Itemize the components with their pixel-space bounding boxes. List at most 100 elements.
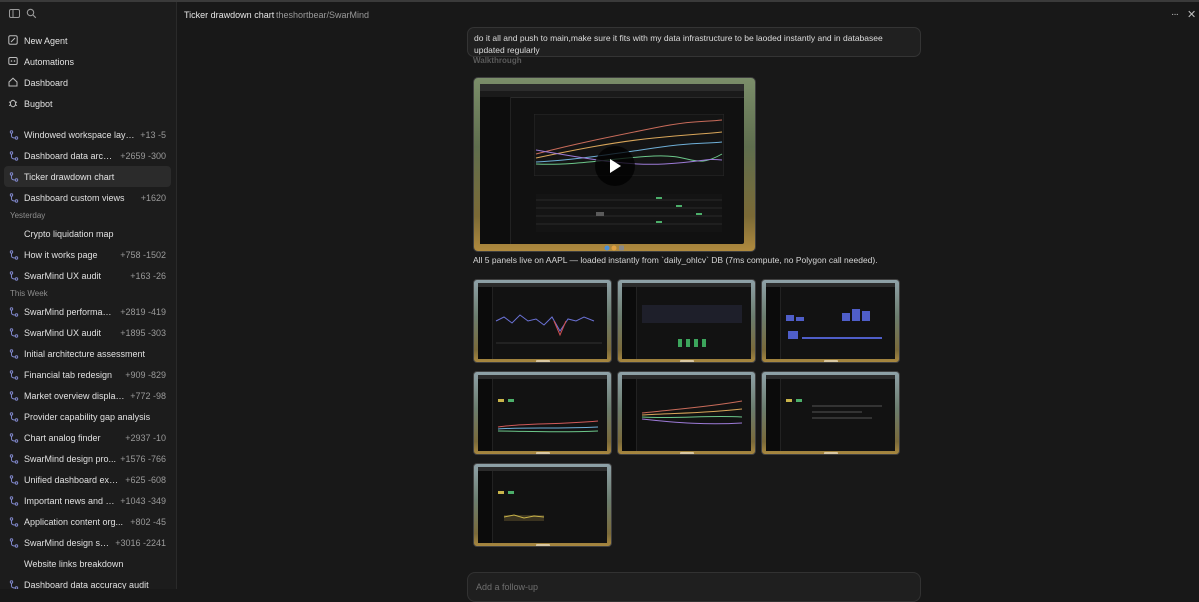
thread-title: How it works page <box>24 249 98 260</box>
nav-label: Bugbot <box>24 98 53 109</box>
play-icon <box>610 159 621 173</box>
nav-dashboard[interactable]: Dashboard <box>0 72 176 93</box>
more-options-icon[interactable]: ··· <box>1171 9 1179 20</box>
branch-icon <box>9 327 19 338</box>
thread-title: SwarMind design sys... <box>24 537 112 548</box>
sidebar: New Agent Automations Dashboard Bugbot W… <box>0 2 177 589</box>
thread-title: SwarMind design pro... <box>24 453 117 464</box>
chat-header: Ticker drawdown chart theshortbear/SwarM… <box>177 2 1199 26</box>
thread-title: Application content org... <box>24 516 124 527</box>
thread-title: Website links breakdown <box>24 558 124 569</box>
thread-item[interactable]: Important news and c... +1043 -349 <box>4 490 171 511</box>
play-button[interactable] <box>595 146 635 186</box>
thread-title: Windowed workspace layo... <box>24 129 137 140</box>
screenshot-thumbnail-1[interactable] <box>473 279 612 363</box>
thread-diff: +2659 -300 <box>120 150 166 161</box>
thread-title: Unified dashboard exp... <box>24 474 122 485</box>
sidebar-toggle-icon[interactable] <box>9 8 21 20</box>
branch-icon <box>9 495 19 506</box>
thread-title: SwarMind UX audit <box>24 327 102 338</box>
walkthrough-video[interactable] <box>473 77 756 252</box>
screenshot-thumbnail-2[interactable] <box>617 279 756 363</box>
group-label-this-week: This Week <box>10 289 48 298</box>
thread-title: Dashboard custom views <box>24 192 125 203</box>
branch-icon <box>9 171 19 182</box>
thread-item[interactable]: Chart analog finder +2937 -10 <box>4 427 171 448</box>
thread-item[interactable]: Dashboard data archi... +2659 -300 <box>4 145 171 166</box>
branch-icon <box>9 474 19 485</box>
thread-diff: +1576 -766 <box>120 453 166 464</box>
edit-icon <box>8 35 19 46</box>
thread-item[interactable]: Market overview display ... +772 -98 <box>4 385 171 406</box>
branch-icon <box>9 348 19 359</box>
home-icon <box>8 77 19 88</box>
thread-item[interactable]: Dashboard data accuracy audit <box>4 574 171 589</box>
branch-icon <box>9 537 19 548</box>
close-icon[interactable]: ✕ <box>1187 8 1196 21</box>
thread-diff: +1620 <box>140 192 166 203</box>
thread-diff: +3016 -2241 <box>115 537 166 548</box>
nav-label: Dashboard <box>24 77 69 88</box>
thread-diff: +772 -98 <box>130 390 166 401</box>
nav-automations[interactable]: Automations <box>0 51 176 72</box>
branch-icon <box>9 306 19 317</box>
sidebar-toolbar <box>0 8 176 22</box>
nav-bugbot[interactable]: Bugbot <box>0 93 176 114</box>
branch-icon <box>9 129 19 140</box>
repo-label[interactable]: theshortbear/SwarMind <box>276 10 369 20</box>
thread-title: Crypto liquidation map <box>24 228 114 239</box>
thread-item[interactable]: SwarMind design pro... +1576 -766 <box>4 448 171 469</box>
nav-label: New Agent <box>24 35 68 46</box>
nav-new-agent[interactable]: New Agent <box>0 30 176 51</box>
thread-diff: +802 -45 <box>130 516 166 527</box>
page-title: Ticker drawdown chart <box>184 10 275 20</box>
thread-title: Ticker drawdown chart <box>24 171 115 182</box>
branch-icon <box>9 579 19 589</box>
thread-diff: +2819 -419 <box>120 306 166 317</box>
followup-placeholder: Add a follow-up <box>476 582 539 592</box>
thread-item[interactable]: How it works page +758 -1502 <box>4 244 171 265</box>
branch-icon <box>9 411 19 422</box>
thread-item[interactable]: Application content org... +802 -45 <box>4 511 171 532</box>
thread-title: Provider capability gap analysis <box>24 411 151 422</box>
branch-icon <box>9 150 19 161</box>
thread-item[interactable]: Unified dashboard exp... +625 -608 <box>4 469 171 490</box>
thread-title: Financial tab redesign <box>24 369 113 380</box>
thread-item[interactable]: Provider capability gap analysis <box>4 406 171 427</box>
thread-item[interactable]: Initial architecture assessment <box>4 343 171 364</box>
screenshot-thumbnail-5[interactable] <box>617 371 756 455</box>
thread-item[interactable]: Windowed workspace layo... +13 -5 <box>4 124 171 145</box>
search-icon[interactable] <box>26 8 38 20</box>
thread-item[interactable]: Website links breakdown <box>4 553 171 574</box>
group-label-yesterday: Yesterday <box>10 211 46 220</box>
thread-diff: +1895 -303 <box>120 327 166 338</box>
screenshot-thumbnail-4[interactable] <box>473 371 612 455</box>
thread-title: SwarMind UX audit <box>24 270 102 281</box>
nav-label: Automations <box>24 56 75 67</box>
user-message: do it all and push to main,make sure it … <box>467 27 921 57</box>
branch-icon <box>9 453 19 464</box>
screenshot-thumbnail-3[interactable] <box>761 279 900 363</box>
thread-item[interactable]: SwarMind UX audit +163 -26 <box>4 265 171 286</box>
sidebar-nav: New Agent Automations Dashboard Bugbot <box>0 30 176 114</box>
result-description: All 5 panels live on AAPL — loaded insta… <box>473 255 878 265</box>
thread-item[interactable]: Financial tab redesign +909 -829 <box>4 364 171 385</box>
thread-item[interactable]: SwarMind performanc... +2819 -419 <box>4 301 171 322</box>
automation-icon <box>8 56 19 67</box>
thread-title: Important news and c... <box>24 495 117 506</box>
bug-icon <box>8 98 19 109</box>
thread-title: SwarMind performanc... <box>24 306 117 317</box>
followup-input[interactable]: Add a follow-up <box>467 572 921 602</box>
branch-icon <box>9 369 19 380</box>
screenshot-thumbnail-7[interactable] <box>473 463 612 547</box>
screenshot-thumbnail-6[interactable] <box>761 371 900 455</box>
thread-item[interactable]: SwarMind UX audit +1895 -303 <box>4 322 171 343</box>
thread-item[interactable]: Dashboard custom views +1620 <box>4 187 171 208</box>
thread-diff: +2937 -10 <box>125 432 166 443</box>
thread-item-active[interactable]: Ticker drawdown chart <box>4 166 171 187</box>
thread-item[interactable]: SwarMind design sys... +3016 -2241 <box>4 532 171 553</box>
thread-title: Dashboard data archi... <box>24 150 117 161</box>
thread-diff: +163 -26 <box>130 270 166 281</box>
thread-title: Market overview display ... <box>24 390 127 401</box>
thread-item[interactable]: Crypto liquidation map <box>4 223 171 244</box>
